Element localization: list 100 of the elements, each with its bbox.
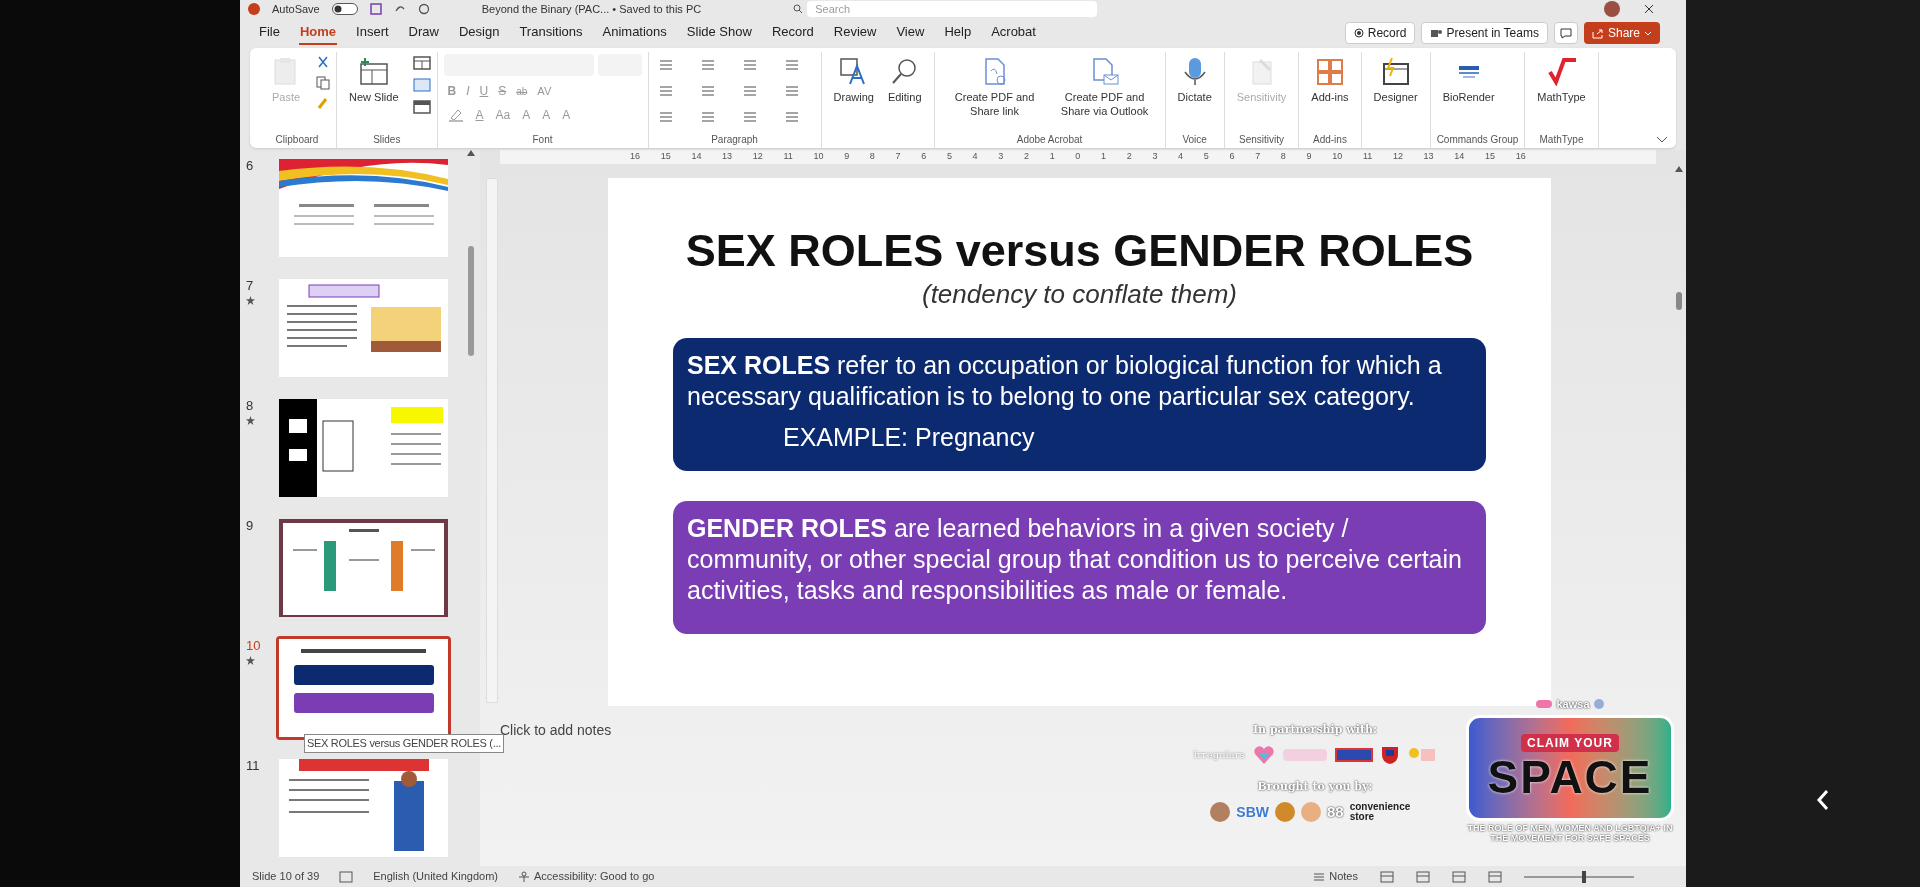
ribbon-tab[interactable]: Animations <box>601 21 668 45</box>
sponsors-label: Brought to you by: <box>1257 778 1373 795</box>
record-button[interactable]: Record <box>1344 22 1416 44</box>
slide-thumbnail[interactable] <box>276 756 451 860</box>
language-button[interactable]: English (United Kingdom) <box>373 868 498 885</box>
ribbon-button[interactable]: Editing <box>881 52 928 104</box>
ribbon-tab[interactable]: Acrobat <box>990 21 1037 45</box>
slide-thumbnail[interactable] <box>276 516 451 620</box>
app-logo-icon <box>248 3 260 15</box>
ribbon-tab[interactable]: Record <box>770 21 815 45</box>
accessibility-icon <box>518 870 530 883</box>
ruler-label: 0 <box>1075 150 1081 164</box>
ribbon-button[interactable]: MathType <box>1531 52 1592 104</box>
org-logo <box>1536 700 1553 709</box>
ribbon-tab[interactable]: Review <box>832 21 878 45</box>
partnership-label: In partnership with: <box>1252 722 1378 738</box>
close-icon[interactable] <box>1644 4 1654 14</box>
document-title[interactable]: Beyond the Binary (PAC... • Saved to this PC <box>481 0 702 18</box>
ribbon-button[interactable]: Designer <box>1367 52 1424 104</box>
scrollbar-thumb[interactable] <box>1676 292 1682 310</box>
ruler-label: 7 <box>895 150 901 164</box>
ribbon-tab[interactable]: File <box>258 21 281 45</box>
ribbon-tab[interactable]: Home <box>298 21 338 45</box>
present-in-teams-button[interactable]: Present in Teams <box>1421 22 1548 44</box>
ruler-label: 6 <box>921 150 927 164</box>
ribbon-tab[interactable]: View <box>895 21 926 45</box>
slide-number: 9 <box>246 517 254 535</box>
ruler-label: 7 <box>1255 150 1261 164</box>
share-button[interactable]: Share <box>1583 22 1660 44</box>
notes-button[interactable]: Notes <box>1313 868 1358 885</box>
slide-thumbnail[interactable] <box>276 276 451 380</box>
ribbon-button[interactable]: BioRender <box>1436 52 1501 104</box>
zoom-slider-thumb[interactable] <box>1582 870 1587 883</box>
chevron-left-icon[interactable] <box>1816 789 1830 811</box>
search-icon[interactable] <box>793 4 804 14</box>
layout-icon[interactable] <box>412 56 431 70</box>
copy-icon[interactable] <box>316 76 330 90</box>
tooltip: SEX ROLES versus GENDER ROLES (... <box>304 734 504 753</box>
ruler-label: 9 <box>1306 150 1312 164</box>
slide-number: 7 <box>246 277 254 295</box>
ribbon-tab[interactable]: Transitions <box>518 21 584 45</box>
ribbon-tab[interactable]: Design <box>457 21 501 45</box>
tagline: THE ROLE OF MEN, WOMEN AND LGBTQIA+ IN THE MOVEMENT FOR SAFE SPACES <box>1466 822 1674 843</box>
cut-icon[interactable] <box>316 56 330 70</box>
ruler-label: 2 <box>1126 150 1132 164</box>
slide-thumbnail[interactable] <box>276 156 451 260</box>
section-icon[interactable] <box>412 100 431 114</box>
ruler-label: 12 <box>752 150 763 164</box>
ruler-label: 16 <box>1515 150 1526 164</box>
ruler-label: 4 <box>972 150 978 164</box>
ribbon-group-label: Sensitivity <box>1239 134 1285 145</box>
ribbon-button[interactable]: New Slide <box>343 52 405 104</box>
scroll-up-icon[interactable] <box>467 150 475 156</box>
normal-view-icon[interactable] <box>1380 870 1394 883</box>
ruler-label: 6 <box>1229 150 1235 164</box>
slide-counter: Slide 10 of 39 <box>252 869 320 885</box>
ruler-label: 13 <box>722 150 733 164</box>
slide-subtitle: (tendency to conflate them) <box>921 278 1238 310</box>
collapse-ribbon-icon[interactable] <box>1656 136 1668 144</box>
ribbon-button[interactable]: Create PDF and Share link <box>940 52 1049 118</box>
ribbon-tab[interactable]: Help <box>943 21 973 45</box>
ribbon-button[interactable]: Drawing <box>827 52 880 104</box>
highlighter-icon[interactable] <box>447 108 464 122</box>
toggle-switch-icon[interactable] <box>331 3 358 15</box>
ribbon-group-label: Clipboard <box>275 134 319 145</box>
ribbon-tab[interactable]: Draw <box>407 21 440 45</box>
record-icon <box>1353 28 1364 38</box>
scrollbar-thumb[interactable] <box>468 246 474 356</box>
ribbon-group-label: Commands Group <box>1436 134 1519 145</box>
ruler-label: 10 <box>1332 150 1343 164</box>
ribbon-tab[interactable]: Slide Show <box>685 21 753 45</box>
sponsor-logo-text: SBW <box>1236 802 1269 822</box>
ruler-label: 11 <box>783 150 793 164</box>
avatar-icon[interactable] <box>1604 1 1620 17</box>
search-field[interactable]: Search <box>807 1 1098 17</box>
scroll-up-icon[interactable] <box>1675 166 1683 172</box>
heart-logo-icon <box>1252 744 1275 765</box>
slide-thumbnail[interactable] <box>276 396 451 500</box>
ribbon-button[interactable]: Dictate <box>1171 52 1218 104</box>
shield-logo-icon <box>1380 744 1399 765</box>
comments-button[interactable] <box>1553 22 1578 44</box>
ribbon-button[interactable]: Add-ins <box>1305 52 1355 104</box>
comment-icon <box>1559 27 1572 39</box>
org-logo <box>1593 699 1604 710</box>
format-painter-icon[interactable] <box>316 96 330 110</box>
save-icon[interactable] <box>369 3 382 15</box>
ruler-label: 13 <box>1423 150 1434 164</box>
ruler-label: 12 <box>1392 150 1403 164</box>
ribbon-group-label: Add-ins <box>1313 134 1347 145</box>
share-icon <box>1591 27 1604 39</box>
accessibility-button[interactable]: Accessibility: Good to go <box>518 868 655 885</box>
ribbon-button[interactable]: Create PDF and Share via Outlook <box>1050 52 1159 118</box>
sponsor-logo-text: 88 <box>1327 802 1344 822</box>
ribbon-group-label: Slides <box>373 134 401 145</box>
slide-thumbnail[interactable] <box>276 636 451 740</box>
definition-text: SEX ROLES refer to an occupation or biological function for which a necessary qualification is to belong to one particular sex category. <box>687 350 1443 412</box>
ribbon-tab[interactable]: Insert <box>355 21 390 45</box>
partner-logo-icon <box>1406 745 1437 764</box>
definition-text: GENDER ROLES are learned behaviors in a given society / community, or other special group that condition us to perceive certain activities, tasks and responsibilities as male or female. <box>687 513 1463 606</box>
ruler-label: 2 <box>1023 150 1029 164</box>
